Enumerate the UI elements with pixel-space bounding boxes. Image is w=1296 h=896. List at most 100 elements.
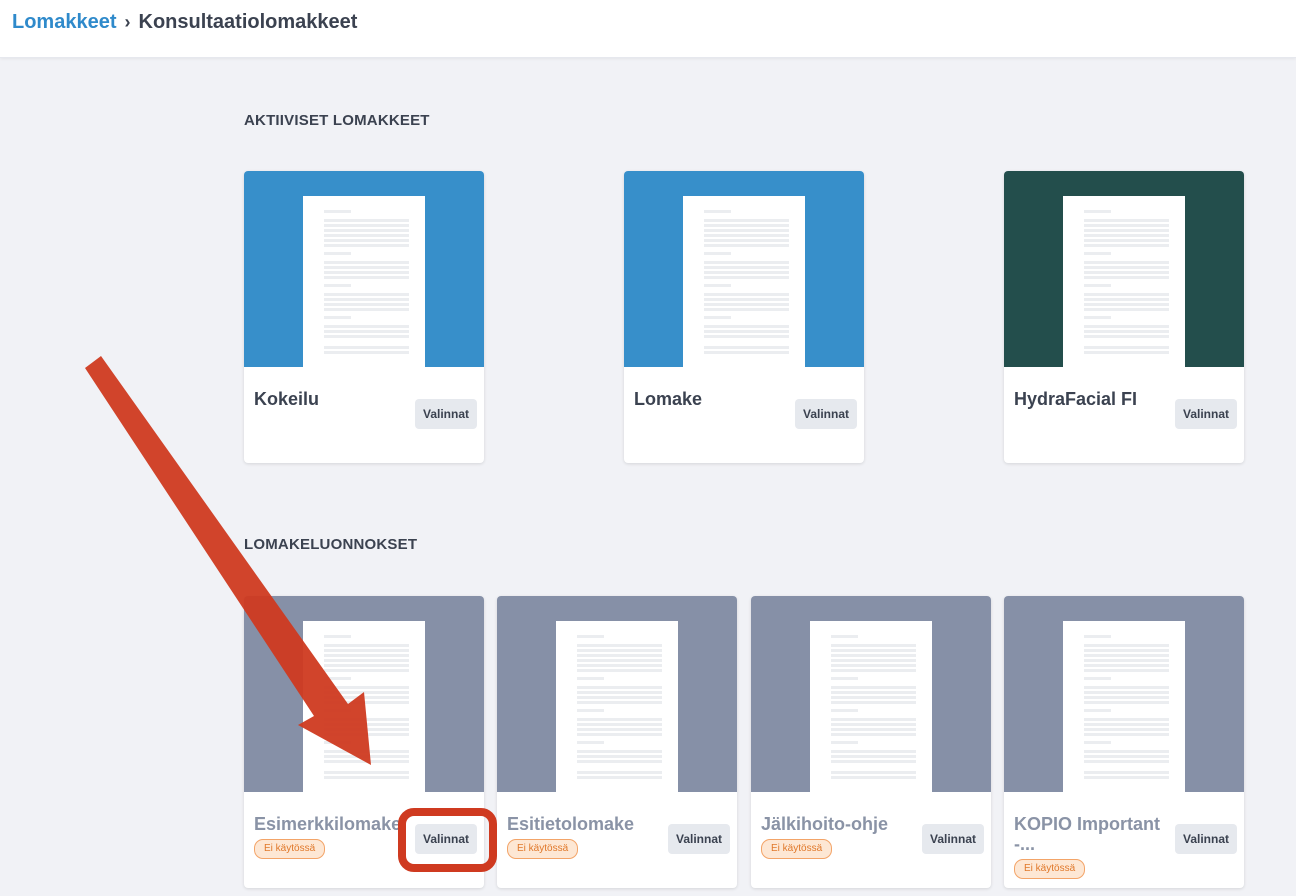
placeholder-line [1084, 308, 1169, 311]
form-card-esitietolomake[interactable]: Esitietolomake Ei käytössä Valinnat [497, 596, 737, 888]
placeholder-line [1084, 776, 1169, 779]
options-button[interactable]: Valinnat [794, 399, 857, 429]
placeholder-line [1084, 649, 1169, 652]
form-thumbnail[interactable] [624, 171, 864, 367]
placeholder-line [1084, 229, 1169, 232]
placeholder-line [324, 239, 409, 242]
placeholder-line [704, 346, 789, 349]
placeholder-line [324, 654, 409, 657]
placeholder-line [324, 659, 409, 662]
breadcrumb: Lomakkeet › Konsultaatiolomakkeet [12, 11, 357, 34]
placeholder-line [1084, 298, 1169, 301]
form-card-hydrafacial[interactable]: HydraFacial FI Valinnat [1004, 171, 1244, 463]
placeholder-line [324, 303, 409, 306]
document-preview-icon [303, 621, 425, 792]
options-button[interactable]: Valinnat [667, 824, 730, 854]
placeholder-line [704, 303, 789, 306]
placeholder-line [1084, 760, 1169, 763]
placeholder-line [324, 316, 351, 319]
placeholder-line [831, 718, 916, 721]
placeholder-line [1084, 718, 1169, 721]
placeholder-line [577, 635, 604, 638]
page-title: Konsultaatiolomakkeet [138, 11, 358, 33]
form-thumbnail[interactable] [1004, 171, 1244, 367]
form-thumbnail[interactable] [244, 171, 484, 367]
placeholder-line [324, 210, 351, 213]
placeholder-line [704, 325, 789, 328]
placeholder-line [577, 776, 662, 779]
placeholder-line [704, 210, 731, 213]
draft-forms-heading: LOMAKELUONNOKSET [244, 536, 418, 553]
document-preview-icon [683, 196, 805, 367]
placeholder-line [1084, 644, 1169, 647]
options-button[interactable]: Valinnat [1174, 824, 1237, 854]
placeholder-line [577, 755, 662, 758]
placeholder-line [1084, 654, 1169, 657]
placeholder-line [324, 728, 409, 731]
placeholder-line [704, 252, 731, 255]
placeholder-line [324, 335, 409, 338]
placeholder-line [577, 723, 662, 726]
placeholder-line [1084, 244, 1169, 247]
placeholder-line [704, 224, 789, 227]
placeholder-line [324, 669, 409, 672]
placeholder-line [831, 659, 916, 662]
placeholder-line [324, 733, 409, 736]
placeholder-line [577, 644, 662, 647]
placeholder-line [324, 308, 409, 311]
placeholder-line [704, 271, 789, 274]
placeholder-line [704, 261, 789, 264]
form-card-esimerkkilomake[interactable]: Esimerkkilomake Ei käytössä Valinnat [244, 596, 484, 888]
placeholder-line [704, 335, 789, 338]
form-thumbnail[interactable] [244, 596, 484, 792]
options-button[interactable]: Valinnat [921, 824, 984, 854]
placeholder-line [577, 771, 662, 774]
options-button[interactable]: Valinnat [1174, 399, 1237, 429]
placeholder-line [324, 330, 409, 333]
placeholder-line [704, 239, 789, 242]
placeholder-line [1084, 669, 1169, 672]
form-thumbnail[interactable] [497, 596, 737, 792]
placeholder-line [324, 276, 409, 279]
placeholder-line [831, 635, 858, 638]
placeholder-line [1084, 351, 1169, 354]
placeholder-line [324, 325, 409, 328]
placeholder-line [1084, 750, 1169, 753]
placeholder-line [831, 776, 916, 779]
placeholder-line [577, 760, 662, 763]
placeholder-line [1084, 234, 1169, 237]
placeholder-line [1084, 303, 1169, 306]
placeholder-line [324, 760, 409, 763]
form-name: Jälkihoito-ohje [761, 814, 889, 834]
placeholder-line [1084, 755, 1169, 758]
form-card-kopio-important[interactable]: KOPIO Important -... Ei käytössä Valinna… [1004, 596, 1244, 888]
placeholder-line [831, 677, 858, 680]
placeholder-line [831, 771, 916, 774]
breadcrumb-lomakkeet-link[interactable]: Lomakkeet [12, 11, 117, 34]
placeholder-line [1084, 346, 1169, 349]
placeholder-line [324, 771, 409, 774]
form-thumbnail[interactable] [751, 596, 991, 792]
breadcrumb-chevron-icon: › [124, 12, 131, 32]
form-card-jalkihoito-ohje[interactable]: Jälkihoito-ohje Ei käytössä Valinnat [751, 596, 991, 888]
placeholder-line [1084, 696, 1169, 699]
placeholder-line [577, 718, 662, 721]
placeholder-line [577, 669, 662, 672]
options-button[interactable]: Valinnat [414, 399, 477, 429]
form-card-kokeilu[interactable]: Kokeilu Valinnat [244, 171, 484, 463]
placeholder-line [1084, 293, 1169, 296]
placeholder-line [1084, 635, 1111, 638]
form-thumbnail[interactable] [1004, 596, 1244, 792]
placeholder-line [704, 298, 789, 301]
options-button[interactable]: Valinnat [414, 824, 477, 854]
placeholder-line [1084, 276, 1169, 279]
placeholder-line [1084, 691, 1169, 694]
placeholder-line [1084, 335, 1169, 338]
form-card-lomake[interactable]: Lomake Valinnat [624, 171, 864, 463]
placeholder-line [831, 750, 916, 753]
placeholder-line [831, 696, 916, 699]
status-badge: Ei käytössä [761, 839, 833, 859]
placeholder-line [704, 229, 789, 232]
placeholder-line [577, 741, 604, 744]
top-bar: Lomakkeet › Konsultaatiolomakkeet [0, 0, 1296, 58]
